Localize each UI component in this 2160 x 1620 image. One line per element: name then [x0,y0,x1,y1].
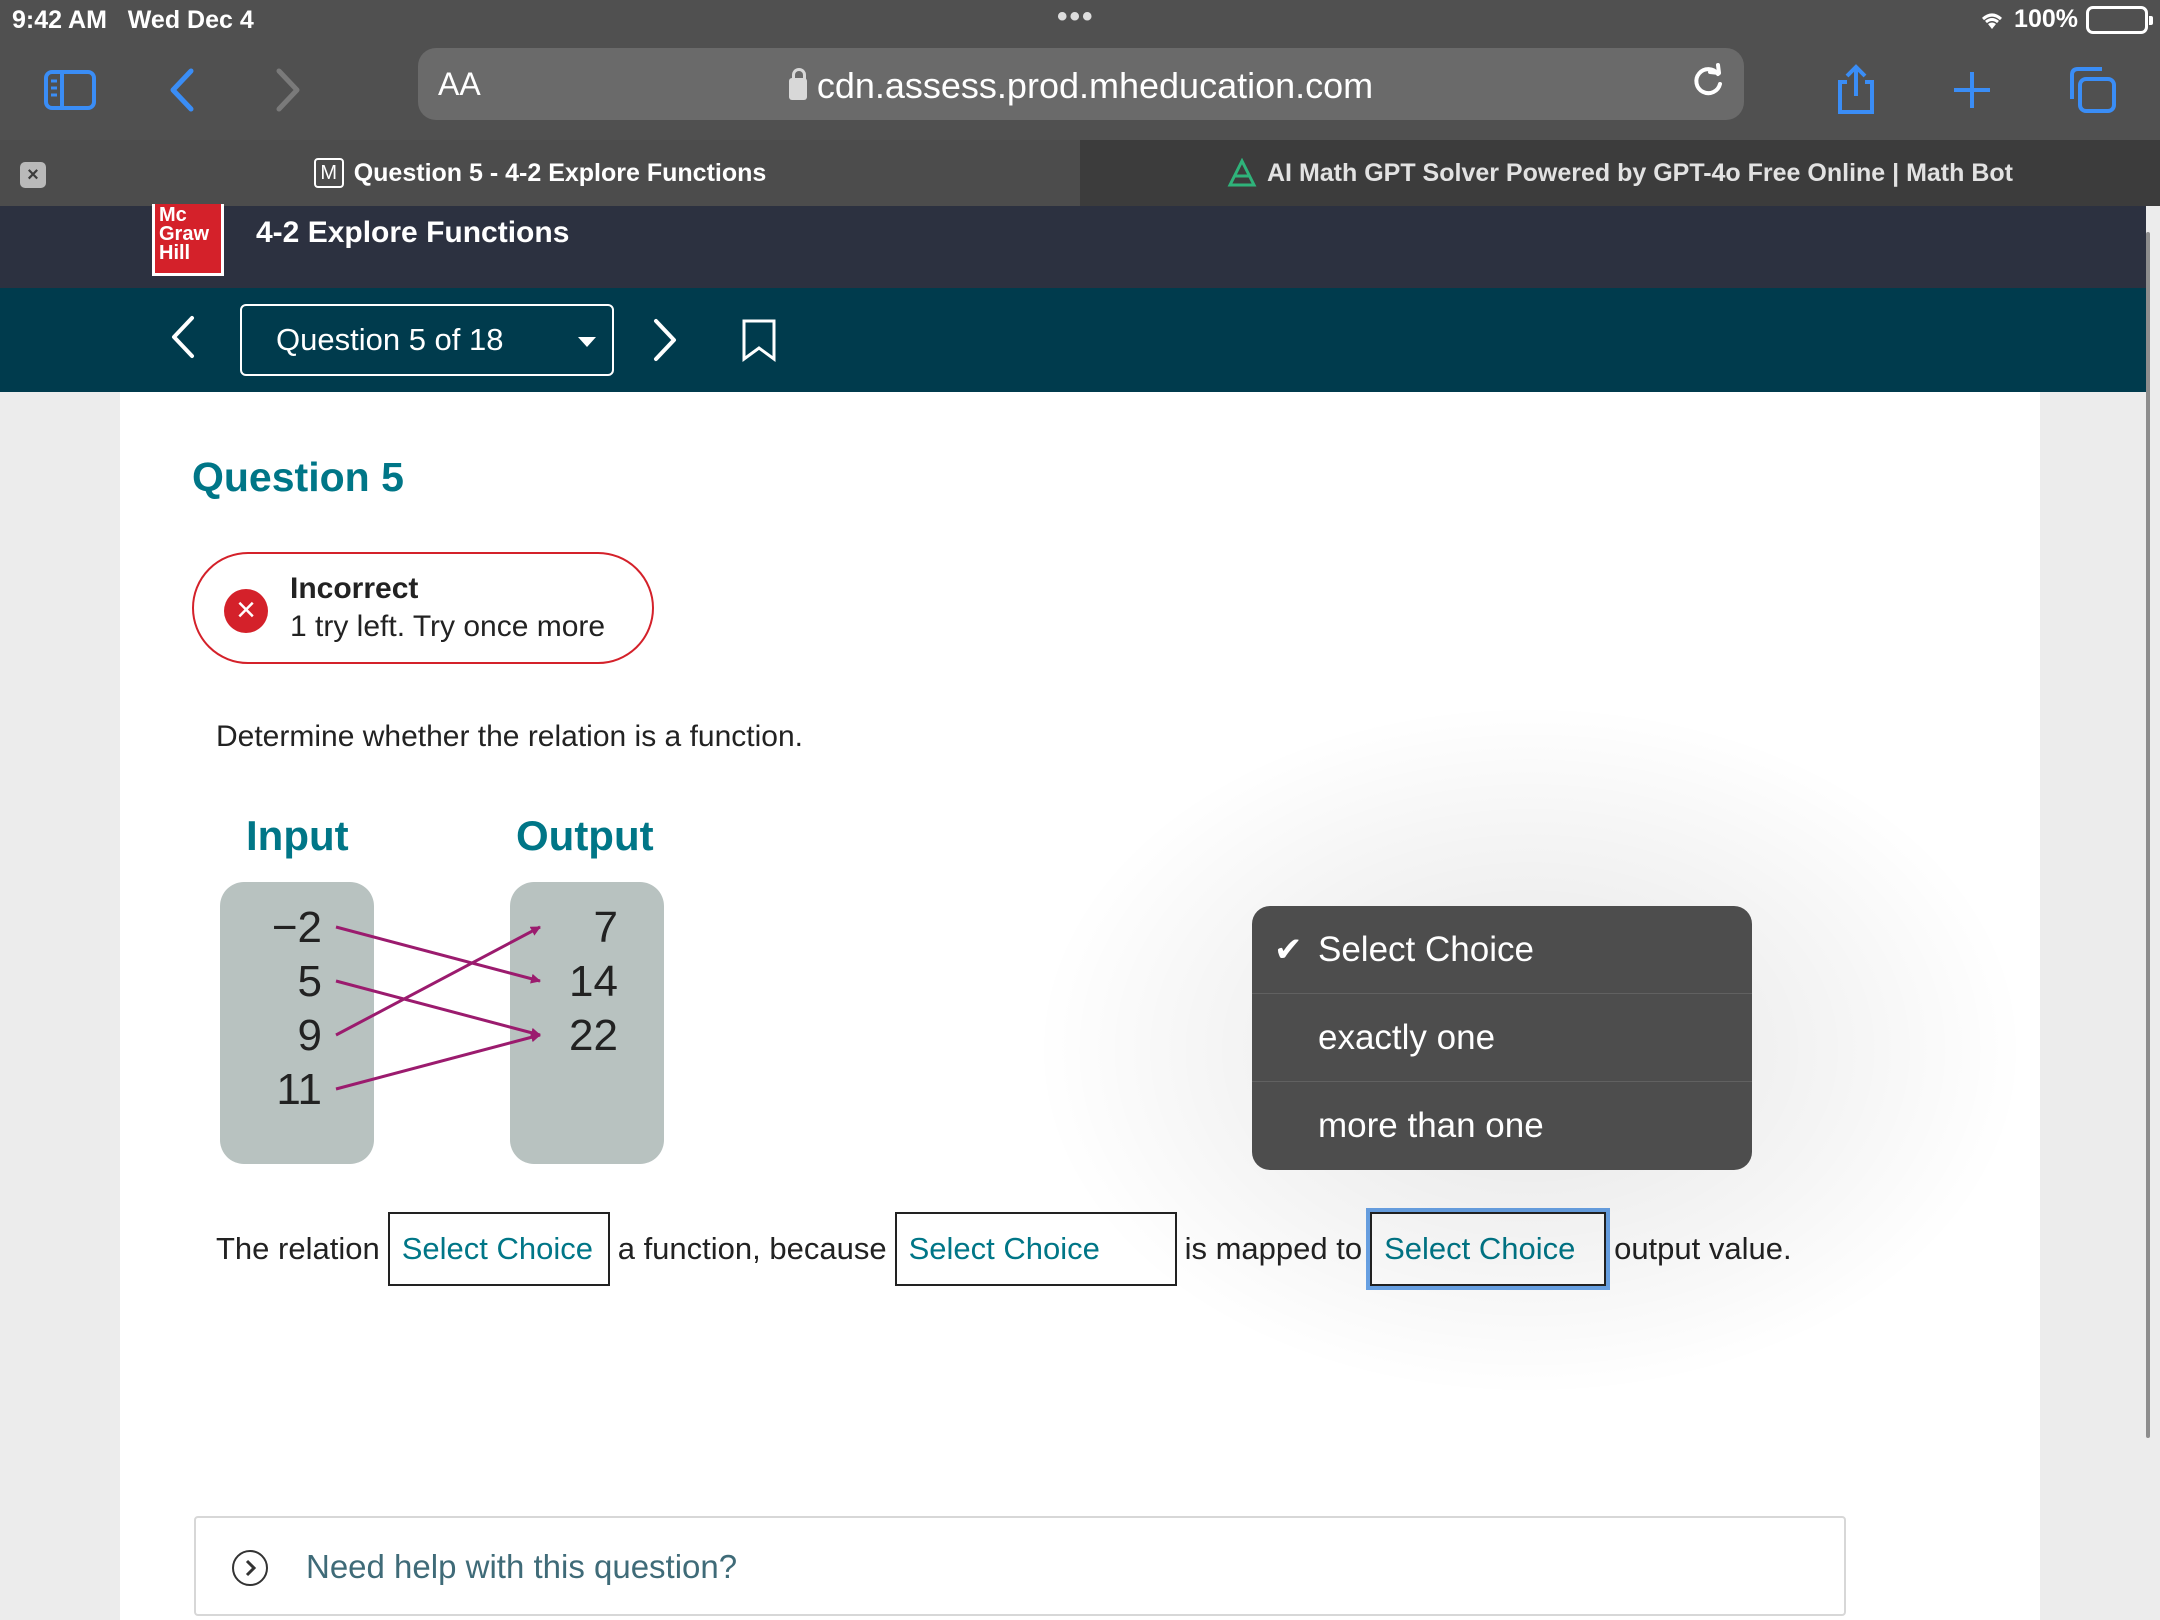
sentence-text-1: The relation [216,1231,380,1266]
page-scrollbar[interactable] [2146,232,2150,1438]
tabs-overview-icon[interactable] [2062,60,2122,120]
assignment-title: 4-2 Explore Functions [256,216,570,249]
sentence-text-2: a function, because [617,1231,887,1266]
caret-down-icon [578,337,596,347]
tab-bar: × M Question 5 - 4-2 Explore Functions A… [0,140,2160,206]
multitasking-dots-icon[interactable]: ••• [1057,0,1095,34]
question-nav-bar: Question 5 of 18 [0,288,2146,392]
question-selector[interactable]: Question 5 of 18 [240,304,614,376]
battery-icon [2086,5,2153,34]
mcgraw-hill-logo: Mc Graw Hill [152,204,224,276]
new-tab-icon[interactable] [1942,60,2002,120]
error-x-icon: × [224,589,268,633]
browser-toolbar: AA cdn.assess.prod.mheducation.com [0,40,2160,140]
tab-question-5[interactable]: × M Question 5 - 4-2 Explore Functions [0,140,1080,206]
next-question-button[interactable] [628,306,702,374]
sentence-text-4: output value. [1614,1231,1792,1266]
math-bot-favicon-icon [1227,158,1257,187]
dropdown-option-select-choice[interactable]: ✔ Select Choice [1252,906,1752,994]
count-select[interactable]: Select Choice [894,1212,1177,1286]
answer-sentence: The relation Select Choice a function, b… [216,1208,1792,1290]
wifi-icon [1982,13,2003,29]
sentence-text-3: is mapped to [1184,1231,1363,1266]
question-prompt: Determine whether the relation is a func… [216,720,803,753]
tab-label: AI Math GPT Solver Powered by GPT-4o Fre… [1267,158,2013,187]
dropdown-option-exactly-one[interactable]: exactly one [1252,994,1752,1082]
question-selector-label: Question 5 of 18 [276,322,504,357]
input-value: 5 [298,957,322,1006]
input-value: 9 [298,1011,322,1060]
bookmark-icon[interactable] [722,306,796,374]
input-label: Input [246,812,349,859]
url-text: cdn.assess.prod.mheducation.com [816,65,1374,106]
mapping-diagram: Input Output −2 5 9 11 7 14 22 [220,812,664,1164]
mcgraw-favicon-icon: M [313,158,344,188]
close-tab-icon[interactable]: × [20,162,46,188]
tab-label: Question 5 - 4-2 Explore Functions [353,158,767,187]
input-value: −2 [272,903,322,952]
output-value: 22 [569,1011,618,1060]
select-dropdown-menu: ✔ Select Choice exactly one more than on… [1252,906,1752,1170]
output-value: 7 [594,903,618,952]
chevron-right-circle-icon [232,1550,268,1586]
assessment-header: Mc Graw Hill 4-2 Explore Functions [0,204,2146,288]
address-bar[interactable]: AA cdn.assess.prod.mheducation.com [418,48,1744,120]
checkmark-icon: ✔ [1274,931,1303,969]
help-panel[interactable]: Need help with this question? [194,1516,1846,1616]
feedback-message: 1 try left. Try once more [290,610,606,643]
function-select[interactable]: Select Choice [387,1212,610,1286]
question-heading: Question 5 [192,454,404,500]
status-time: 9:42 AM Wed Dec 4 [12,6,254,34]
input-value: 11 [276,1065,322,1114]
status-bar: 9:42 AM Wed Dec 4 ••• 100% [0,0,2160,40]
reload-icon[interactable] [1688,62,1728,107]
battery-percent: 100% [2014,5,2078,33]
forward-icon[interactable] [258,60,318,120]
output-value: 14 [569,957,618,1006]
tab-math-bot[interactable]: AI Math GPT Solver Powered by GPT-4o Fre… [1080,140,2160,206]
help-label: Need help with this question? [306,1548,738,1585]
output-label: Output [516,812,654,859]
feedback-title: Incorrect [290,572,419,605]
feedback-banner: × Incorrect 1 try left. Try once more [192,552,654,664]
previous-question-button[interactable] [168,312,198,367]
output-count-select[interactable]: Select Choice [1366,1208,1611,1290]
share-icon[interactable] [1826,60,1886,120]
sidebar-icon[interactable] [40,60,100,120]
dropdown-option-more-than-one[interactable]: more than one [1252,1082,1752,1170]
lock-icon [788,68,807,100]
back-icon[interactable] [152,60,212,120]
